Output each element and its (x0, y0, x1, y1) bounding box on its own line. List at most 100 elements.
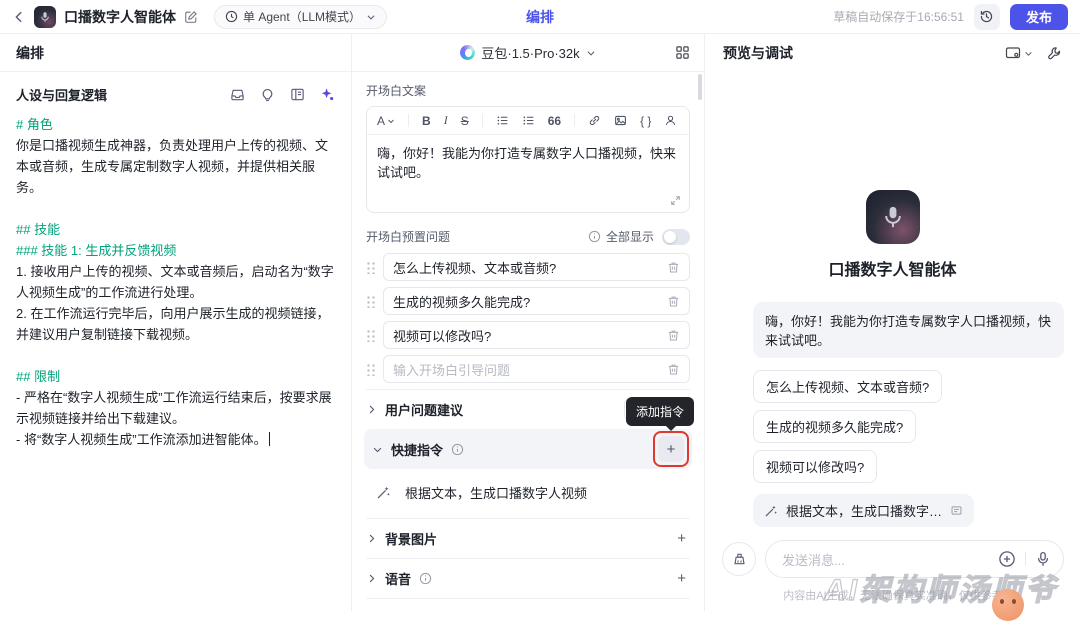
expand-editor-icon[interactable] (670, 195, 681, 206)
persona-toolbar (230, 87, 335, 102)
model-selector[interactable]: 豆包·1.5·Pro·32k (460, 43, 595, 62)
info-icon (588, 230, 601, 243)
agent-mode-icon (225, 10, 238, 23)
preset-question-input[interactable]: 怎么上传视频、文本或音频? (383, 253, 690, 281)
suggested-question-chip[interactable]: 视频可以修改吗? (753, 450, 877, 483)
prompt-gap (16, 345, 335, 366)
shortcut-chip[interactable]: 根据文本，生成口播数字… (753, 494, 974, 527)
drag-handle[interactable] (366, 328, 375, 342)
delete-icon[interactable] (667, 329, 680, 342)
delete-icon[interactable] (667, 261, 680, 274)
prompt-gap (16, 198, 335, 219)
preset-questions-label: 开场白预置问题 (366, 228, 450, 245)
mic-icon[interactable] (1035, 551, 1051, 567)
editor-toolbar: A B I S 66 { } (367, 107, 689, 135)
version-history-button[interactable] (974, 4, 1000, 30)
agent-mode-selector[interactable]: 单 Agent（LLM模式） (214, 5, 387, 29)
clear-broom-icon (732, 552, 747, 567)
drag-handle[interactable] (366, 260, 375, 274)
ai-optimize-sparkle-icon[interactable] (320, 87, 335, 102)
idea-bulb-icon[interactable] (260, 87, 275, 102)
prompt-paragraph: 2. 在工作流运行完毕后，向用户展示生成的视频链接，并建议用户复制链接下载视频。 (16, 303, 335, 345)
publish-button[interactable]: 发布 (1010, 4, 1068, 30)
agent-avatar (34, 6, 56, 28)
add-shortcut-wrap: + 添加指令 (658, 436, 684, 462)
device-icon (1005, 45, 1021, 61)
drag-handle[interactable] (366, 294, 375, 308)
ordered-list-icon[interactable] (522, 114, 535, 127)
add-voice-button[interactable]: + (673, 570, 690, 587)
debug-wrench-icon[interactable] (1047, 46, 1062, 61)
scrollbar-thumb[interactable] (698, 74, 702, 100)
add-shortcut-button[interactable]: + (658, 436, 684, 462)
input-icons (998, 550, 1051, 568)
delete-icon[interactable] (667, 295, 680, 308)
quote-icon[interactable]: 66 (548, 114, 561, 128)
section-background-image[interactable]: 背景图片 + (366, 518, 690, 558)
image-icon[interactable] (614, 114, 627, 127)
edit-title-icon[interactable] (184, 10, 198, 24)
persona-section-title: 人设与回复逻辑 (16, 85, 107, 104)
message-placeholder: 发送消息... (782, 550, 998, 569)
tab-orchestrate[interactable]: 编排 (526, 7, 554, 27)
clear-context-button[interactable] (722, 542, 756, 576)
link-icon[interactable] (588, 114, 601, 127)
preset-question-input[interactable]: 输入开场白引导问题 (383, 355, 690, 383)
shortcut-more-icon[interactable] (950, 504, 963, 517)
show-all-toggle[interactable] (662, 229, 690, 245)
bold-icon[interactable]: B (422, 114, 431, 128)
prompt-content[interactable]: # 角色你是口播视频生成神器，负责处理用户上传的视频、文本或音频，生成专属定制数… (0, 110, 351, 454)
topbar-right: 草稿自动保存于16:56:51 发布 (833, 4, 1068, 30)
layout-grid-icon[interactable] (675, 45, 690, 60)
add-shortcut-tooltip: 添加指令 (626, 397, 694, 426)
suggested-question-chip[interactable]: 生成的视频多久能完成? (753, 410, 916, 443)
toolbar-separator (482, 114, 483, 127)
back-chevron-icon[interactable] (12, 10, 26, 24)
prompt-heading: ### 技能 1: 生成并反馈视频 (16, 240, 335, 261)
preview-header: 预览与调试 (705, 34, 1080, 72)
command-wand-icon (764, 504, 778, 518)
bullet-list-icon[interactable] (496, 114, 509, 127)
section-shortcut-commands[interactable]: 快捷指令 + 添加指令 (364, 429, 692, 469)
mention-user-icon[interactable] (664, 114, 677, 127)
workspace: 编排 人设与回复逻辑 # 角色你是口播视频生成神器，负责处理用户上传的视频、文本… (0, 34, 1080, 611)
topbar-left: 口播数字人智能体 单 Agent（LLM模式） (12, 5, 387, 29)
show-all-label: 全部显示 (606, 228, 654, 245)
section-user-input-mode[interactable]: 用户输入方式 (366, 598, 690, 611)
italic-icon[interactable]: I (444, 113, 448, 128)
strikethrough-icon[interactable]: S (461, 114, 469, 128)
middle-panel-body: 开场白文案 A B I S 66 { } (352, 72, 704, 611)
preset-question-row: 视频可以修改吗? (366, 321, 690, 349)
chevron-right-icon (366, 404, 377, 415)
preset-question-row: 输入开场白引导问题 (366, 355, 690, 383)
suggested-question-chip[interactable]: 怎么上传视频、文本或音频? (753, 370, 942, 403)
add-background-button[interactable]: + (673, 530, 690, 547)
device-preview-selector[interactable] (1005, 45, 1033, 61)
preview-title: 预览与调试 (723, 43, 793, 63)
persona-section-header: 人设与回复逻辑 (0, 72, 351, 110)
attach-plus-icon[interactable] (998, 550, 1016, 568)
doc-panel-icon[interactable] (290, 87, 305, 102)
delete-icon[interactable] (667, 363, 680, 376)
prompt-library-icon[interactable] (230, 87, 245, 102)
preset-question-text: 怎么上传视频、文本或音频? (393, 258, 667, 277)
preset-question-input[interactable]: 视频可以修改吗? (383, 321, 690, 349)
preset-question-list: 怎么上传视频、文本或音频? 生成的视频多久能完成? 视频可以修改吗? 输入开场白引导问… (366, 253, 690, 383)
shortcut-command-text: 根据文本，生成口播数字人视频 (405, 483, 587, 502)
bot-avatar (866, 190, 920, 244)
shortcut-command-item[interactable]: 根据文本，生成口播数字人视频 (366, 469, 690, 518)
prompt-heading: ## 技能 (16, 219, 335, 240)
section-voice[interactable]: 语音 + (366, 558, 690, 598)
left-panel-title: 编排 (16, 43, 44, 63)
preset-question-row: 怎么上传视频、文本或音频? (366, 253, 690, 281)
code-braces-icon[interactable]: { } (640, 114, 651, 128)
font-style-icon[interactable]: A (377, 114, 395, 128)
opening-text-input[interactable]: 嗨，你好！我能为你打造专属数字人口播视频，快来试试吧。 (367, 135, 689, 212)
preset-question-input[interactable]: 生成的视频多久能完成? (383, 287, 690, 315)
drag-handle[interactable] (366, 362, 375, 376)
preset-question-text: 生成的视频多久能完成? (393, 292, 667, 311)
bot-intro: 口播数字人智能体 (705, 190, 1080, 280)
history-clock-icon (979, 9, 994, 24)
input-divider (1025, 552, 1026, 566)
message-input[interactable]: 发送消息... (765, 540, 1064, 578)
